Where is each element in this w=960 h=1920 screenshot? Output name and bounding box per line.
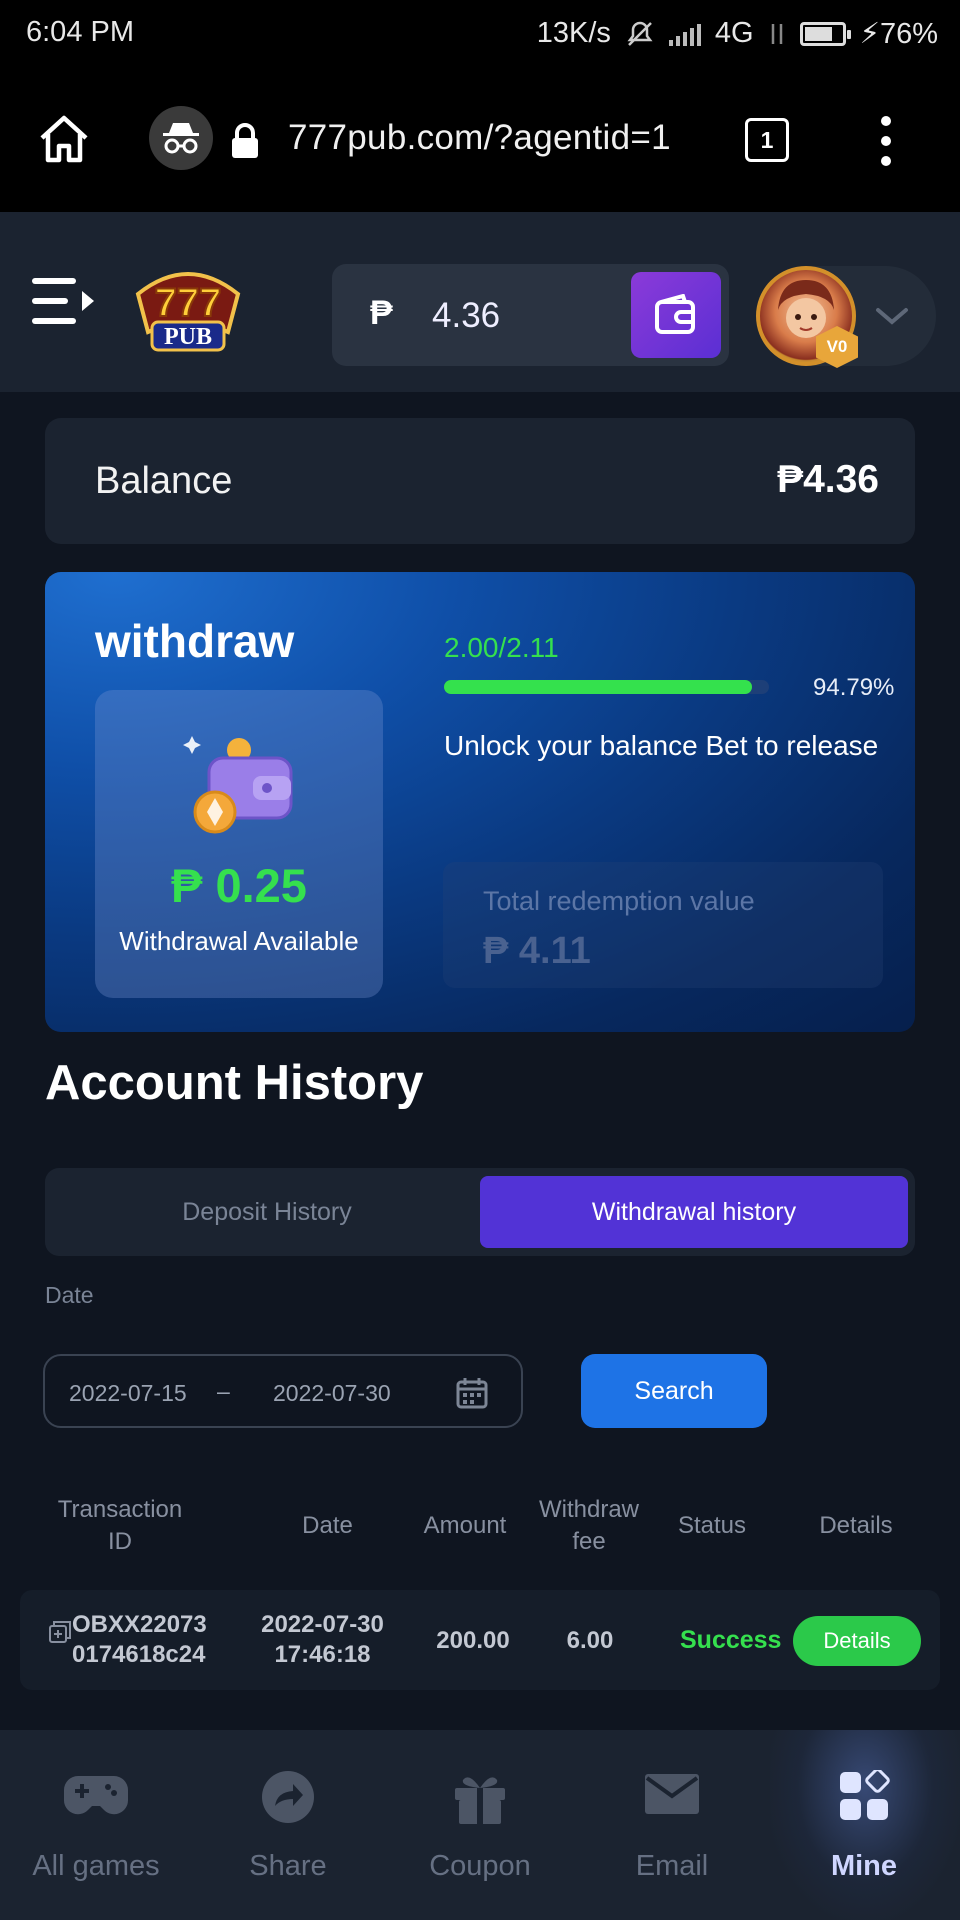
browser-menu-icon[interactable] [876,116,896,166]
unlock-hint: Unlock your balance Bet to release [444,730,879,761]
date-range-picker[interactable]: 2022-07-15 – 2022-07-30 [43,1354,523,1428]
row-status: Success [680,1626,782,1654]
lock-icon [232,123,258,158]
menu-icon[interactable] [32,276,96,326]
col-status: Status [677,1512,747,1539]
col-date: Date [302,1512,353,1539]
date-separator: – [217,1378,230,1404]
nav-all-games[interactable]: All games [6,1770,186,1890]
header-balance: ₱ 4.36 [332,264,729,366]
withdrawal-available-box: ₱ 0.25 Withdrawal Available [95,690,383,998]
row-details-button[interactable]: Details [793,1616,921,1666]
col-amount: Amount [423,1512,507,1539]
data-arrows-icon [771,23,782,44]
redemption-box: Total redemption value ₱ 4.11 [443,862,883,988]
date-label: Date [45,1282,94,1308]
header-balance-amount: 4.36 [432,296,501,335]
brand-logo[interactable]: 777 PUB [128,254,248,358]
currency-symbol: ₱ [370,294,393,332]
tab-switcher-button[interactable]: 1 [745,118,789,162]
wallet-coins-icon [183,736,293,834]
row-date: 2022-07-30 17:46:18 [261,1611,384,1668]
nav-all-games-label: All games [32,1850,160,1882]
mail-icon [645,1774,699,1814]
bet-progress-bar [444,680,769,694]
withdrawal-available-amount: ₱ 0.25 [171,859,307,912]
status-right: 13K/s 4G ⚡76% [537,16,938,51]
nav-email-label: Email [635,1850,709,1882]
copy-icon[interactable] [48,1620,72,1644]
gamepad-icon [63,1776,129,1815]
balance-card: Balance ₱4.36 [45,418,915,544]
tab-withdrawal-history[interactable]: Withdrawal history [480,1176,908,1248]
withdrawal-available-label: Withdrawal Available [119,926,359,956]
date-from[interactable]: 2022-07-15 [69,1380,187,1407]
bet-progress-percent: 94.79% [813,674,895,701]
col-details: Details [819,1512,893,1539]
col-transaction-id: Transaction ID [57,1496,183,1555]
withdraw-title: withdraw [95,615,295,667]
browser-bar: 777pub.com/?agentid=1 1 [0,66,960,212]
table-row: OBXX22073 0174618c24 2022-07-30 17:46:18 2… [20,1590,940,1690]
nav-mine[interactable]: Mine [774,1770,954,1890]
nav-email[interactable]: Email [582,1770,762,1890]
status-bar: 6:04 PM 13K/s 4G ⚡76% [0,0,960,66]
home-icon[interactable] [36,112,92,166]
row-amount: 200.00 [436,1627,510,1654]
net-speed: 13K/s [536,17,611,49]
row-fee: 6.00 [566,1627,614,1654]
nav-share-label: Share [249,1850,327,1882]
balance-value: ₱4.36 [777,458,879,501]
withdraw-card: withdraw ₱ 0.25 Withdrawal Available 2.0… [45,572,915,1032]
mute-icon [627,21,653,46]
search-button[interactable]: Search [581,1354,767,1428]
signal-icon [668,22,701,46]
nav-mine-label: Mine [830,1850,898,1882]
url-bar[interactable]: 777pub.com/?agentid=1 [288,118,671,158]
user-menu[interactable]: V0 [756,266,936,368]
share-icon [262,1771,314,1823]
chevron-down-icon[interactable] [874,294,910,338]
nav-coupon[interactable]: Coupon [390,1770,570,1890]
balance-label: Balance [95,460,233,502]
history-tab-switch: Deposit History Withdrawal history [45,1168,915,1256]
redemption-value: ₱ 4.11 [483,930,591,972]
account-history-title: Account History [45,1056,424,1110]
tab-deposit-history[interactable]: Deposit History [53,1176,481,1248]
svg-text:PUB: PUB [164,324,212,350]
bet-progress-text: 2.00/2.11 [444,632,559,663]
battery-icon [799,21,851,46]
svg-text:777: 777 [155,281,222,325]
nav-coupon-label: Coupon [429,1850,531,1882]
wallet-icon [655,294,695,334]
redemption-label: Total redemption value [483,886,755,916]
row-transaction-id: OBXX22073 0174618c24 [72,1611,207,1668]
calendar-icon[interactable] [455,1376,489,1410]
incognito-icon[interactable] [149,106,213,170]
nav-share[interactable]: Share [198,1770,378,1890]
gift-icon [455,1777,505,1824]
date-to[interactable]: 2022-07-30 [273,1380,391,1407]
col-withdraw-fee: Withdraw fee [538,1496,640,1555]
network-type: 4G [714,17,754,49]
app-header: 777 PUB ₱ 4.36 V0 [0,212,960,392]
grid-apps-icon [840,1770,890,1820]
battery-pct: ⚡76% [859,18,938,50]
status-time: 6:04 PM [26,16,134,48]
wallet-button[interactable] [631,272,721,358]
bet-progress-fill [444,680,753,694]
